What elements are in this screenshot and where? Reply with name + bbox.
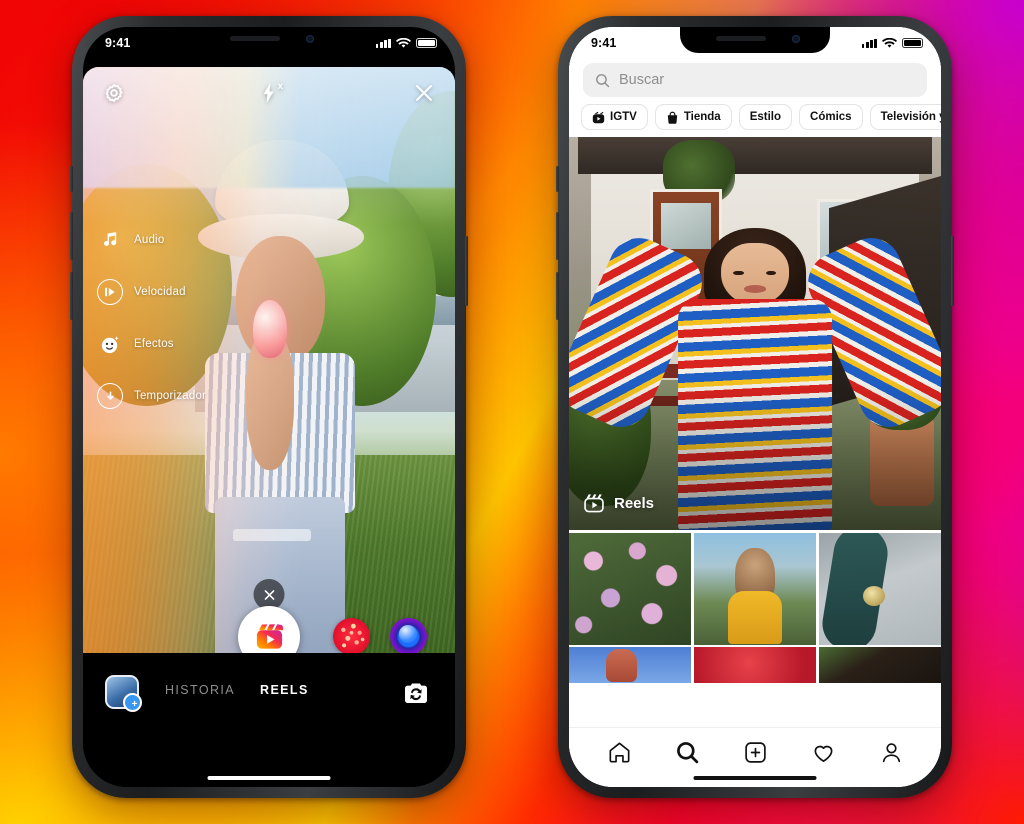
volume-up-right[interactable] [556, 212, 559, 260]
camera-mode-tabs: HISTORIA REELS [165, 683, 309, 697]
gallery-add-badge: + [131, 698, 138, 710]
status-time: 9:41 [105, 36, 131, 50]
search-placeholder: Buscar [619, 72, 665, 88]
close-icon[interactable] [413, 82, 435, 104]
grid-post-skateboard[interactable] [818, 532, 941, 645]
subject-eye [766, 270, 777, 276]
scene-roof [578, 135, 932, 175]
chip-label: Televisión y cine [880, 111, 941, 123]
cellular-bars-icon [375, 38, 391, 48]
camera-tools-menu: Audio Velocidad Efectos Temporizador [97, 227, 206, 409]
battery-icon [416, 37, 437, 49]
power-button-left[interactable] [465, 236, 468, 306]
effects-face-icon [97, 331, 123, 357]
featured-reel-post[interactable]: Reels [569, 135, 941, 530]
chip-label: Tienda [683, 111, 721, 123]
reels-clapper-icon [256, 624, 283, 649]
flip-camera-icon[interactable] [399, 677, 433, 711]
status-time: 9:41 [591, 36, 617, 50]
camera-viewfinder[interactable]: x Audio Velocidad Efectos Temporizador [83, 67, 455, 673]
search-input[interactable]: Buscar [583, 63, 927, 97]
nav-home-icon[interactable] [607, 740, 632, 765]
camera-top-controls: x [83, 67, 455, 119]
front-camera-icon [792, 35, 800, 43]
mode-tab-historia[interactable]: HISTORIA [165, 683, 235, 697]
volume-down-right[interactable] [556, 272, 559, 320]
flash-off-label: x [277, 81, 283, 92]
camera-tool-label: Efectos [134, 338, 174, 350]
grid-post-sky-hand[interactable] [569, 647, 692, 683]
nav-activity-icon[interactable] [811, 740, 836, 765]
reels-clapper-icon [584, 494, 604, 513]
earpiece-speaker-icon [230, 36, 280, 41]
camera-tool-temporizador[interactable]: Temporizador [97, 383, 206, 409]
camera-mode-bar: + HISTORIA REELS [83, 653, 455, 787]
front-camera-icon [306, 35, 314, 43]
battery-icon [902, 37, 923, 49]
mode-tab-reels[interactable]: REELS [260, 683, 309, 697]
search-icon [596, 73, 610, 87]
camera-tool-label: Velocidad [134, 286, 186, 298]
grid-post-red-fabric[interactable] [693, 647, 817, 683]
chip-tienda[interactable]: Tienda [654, 104, 732, 130]
grid-post-portrait[interactable] [818, 647, 941, 683]
shopping-bag-icon [667, 111, 678, 124]
chip-television-y-cine[interactable]: Televisión y cine [869, 104, 941, 130]
wifi-icon [396, 37, 411, 48]
orb-effect-thumbnail[interactable] [390, 618, 427, 655]
music-note-icon [97, 227, 123, 253]
reels-badge-label: Reels [614, 494, 655, 512]
igtv-icon [592, 111, 605, 123]
chip-label: Estilo [749, 111, 782, 123]
gallery-thumbnail-icon[interactable]: + [105, 675, 142, 712]
nav-create-icon[interactable] [743, 740, 768, 765]
gear-icon[interactable] [103, 82, 125, 104]
subject-lips [744, 285, 766, 293]
notch-right [680, 27, 830, 53]
camera-capture-row [83, 605, 455, 668]
speed-icon [97, 279, 123, 305]
phone-device-right: 9:41 Buscar IGTV Tienda Estilo Cómics Te… [556, 16, 954, 798]
volume-up-left[interactable] [70, 212, 73, 260]
power-button-right[interactable] [951, 236, 954, 306]
flash-off-icon[interactable]: x [260, 81, 283, 104]
camera-tool-audio[interactable]: Audio [97, 227, 206, 253]
chip-igtv[interactable]: IGTV [581, 104, 648, 130]
reels-badge: Reels [583, 492, 654, 514]
nav-profile-icon[interactable] [879, 740, 904, 765]
home-indicator-right[interactable] [693, 775, 817, 780]
mute-switch-right[interactable] [556, 166, 559, 192]
chip-label: Cómics [810, 111, 852, 123]
grid-post-flowers[interactable] [569, 532, 692, 645]
search-bar-container: Buscar [569, 57, 941, 97]
grid-post-family[interactable] [693, 532, 817, 645]
camera-tool-label: Audio [134, 234, 165, 246]
phone-device-left: 9:41 x Audio Velocidad Efectos Temporiza… [70, 16, 468, 798]
earpiece-speaker-icon [716, 36, 766, 41]
cellular-bars-icon [861, 38, 877, 48]
home-indicator-left[interactable] [207, 775, 331, 780]
wifi-icon [882, 37, 897, 48]
chip-comics[interactable]: Cómics [799, 104, 863, 130]
camera-tool-velocidad[interactable]: Velocidad [97, 279, 206, 305]
category-chips: IGTV Tienda Estilo Cómics Televisión [569, 100, 941, 137]
phone-screen-left: 9:41 x Audio Velocidad Efectos Temporiza… [83, 27, 455, 787]
camera-tool-efectos[interactable]: Efectos [97, 331, 206, 357]
explore-feed[interactable]: Reels [569, 135, 941, 727]
timer-icon [97, 383, 123, 409]
chip-label: IGTV [610, 111, 637, 123]
subject-face [721, 243, 789, 306]
nav-search-icon[interactable] [675, 740, 700, 765]
chip-estilo[interactable]: Estilo [738, 104, 793, 130]
screenshot-stage: 9:41 x Audio Velocidad Efectos Temporiza… [0, 0, 1024, 824]
camera-tool-label: Temporizador [134, 390, 207, 402]
volume-buttons-left[interactable] [70, 166, 73, 192]
subject-eye [733, 270, 744, 276]
explore-screen: 9:41 Buscar IGTV Tienda Estilo Cómics Te… [569, 27, 941, 787]
phone-screen-right: 9:41 Buscar IGTV Tienda Estilo Cómics Te… [569, 27, 941, 787]
notch-left [194, 27, 344, 53]
volume-down-left[interactable] [70, 272, 73, 320]
explore-grid [569, 532, 941, 683]
hearts-effect-thumbnail[interactable] [333, 618, 370, 655]
